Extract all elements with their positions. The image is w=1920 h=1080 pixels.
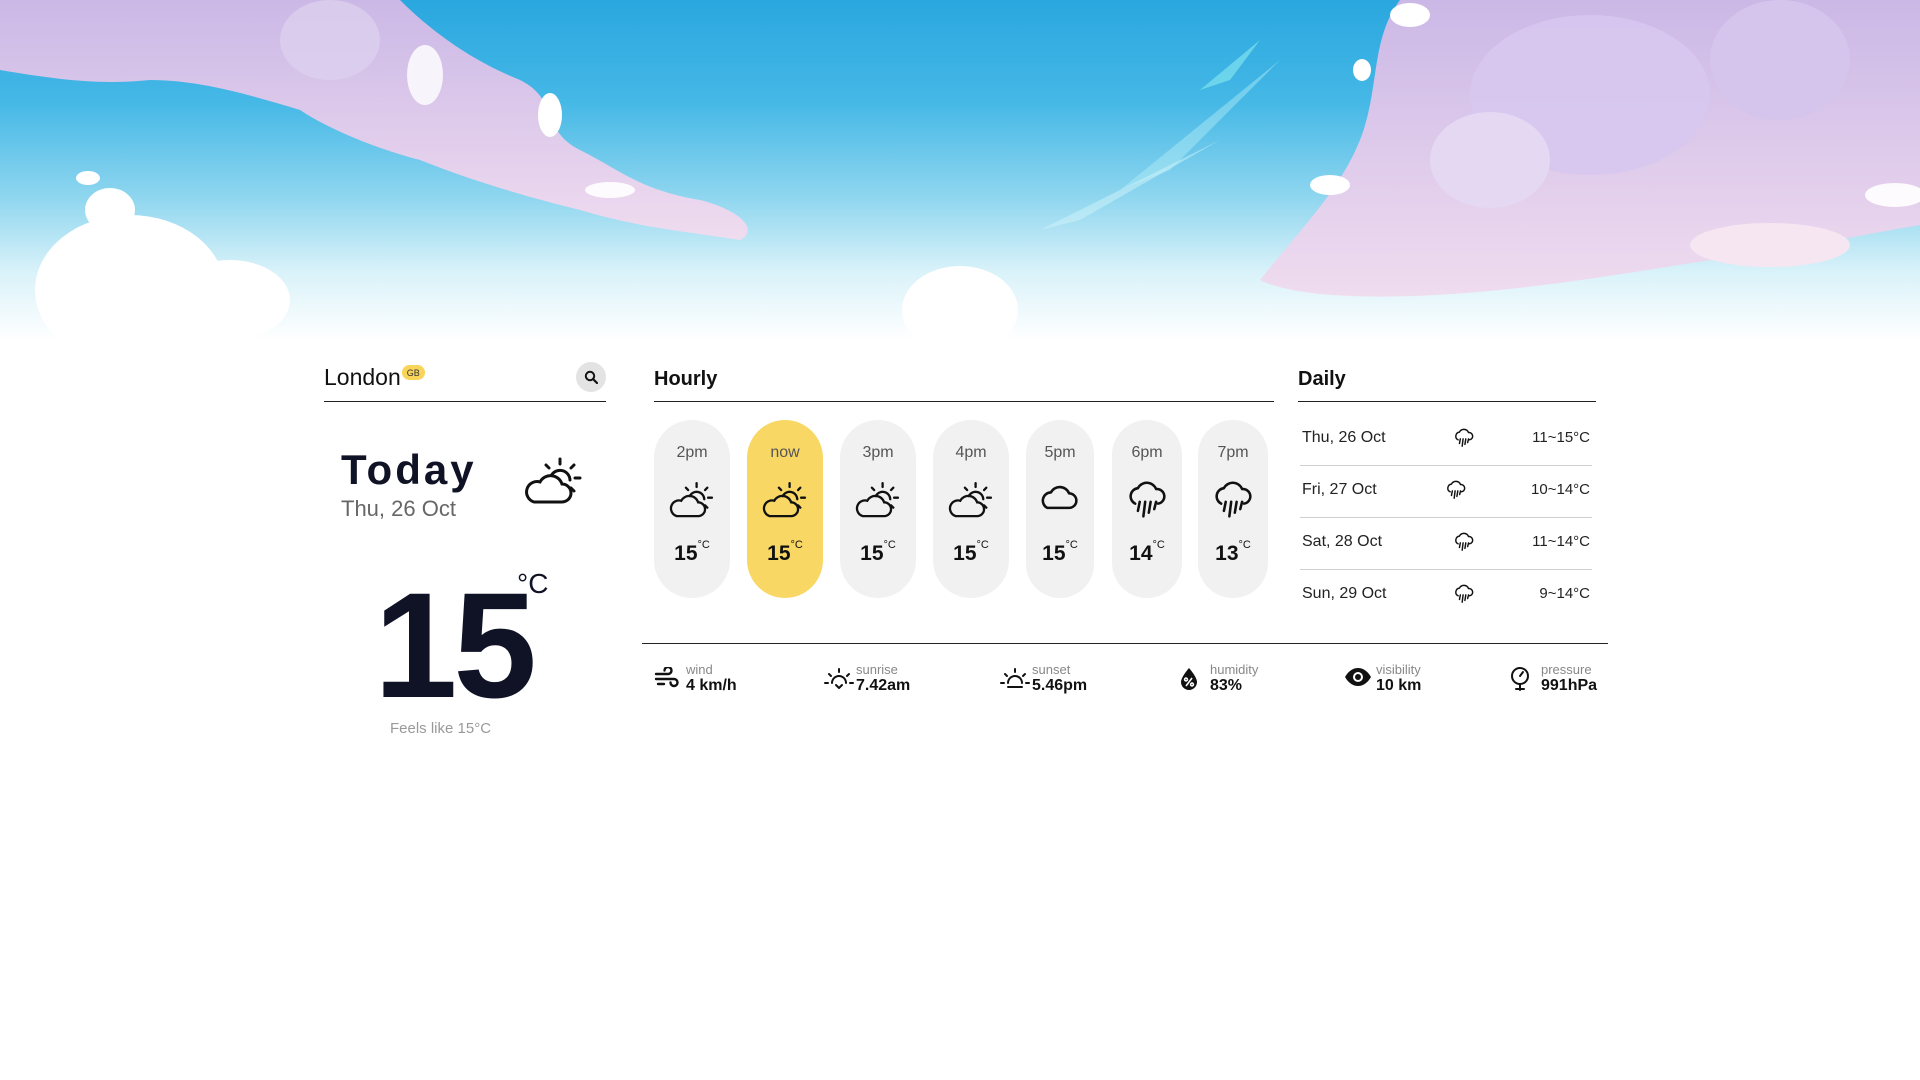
eye-icon bbox=[1345, 668, 1371, 686]
day-name: Sat, 28 Oct bbox=[1302, 533, 1383, 550]
stat-value: 83% bbox=[1210, 677, 1243, 694]
partly-sunny-icon bbox=[524, 456, 584, 511]
hour-temp-unit: °C bbox=[1152, 539, 1165, 551]
hour-temperature: 15°C bbox=[933, 539, 1009, 566]
partly-sunny-icon bbox=[948, 480, 994, 525]
hour-time: 3pm bbox=[862, 444, 894, 461]
location-search-bar[interactable]: London GB bbox=[324, 360, 606, 402]
stat-value: 991hPa bbox=[1541, 677, 1598, 694]
hour-temp-unit: °C bbox=[1238, 539, 1251, 551]
hour-temperature: 15°C bbox=[747, 539, 823, 566]
day-temp-range: 10~14°C bbox=[1531, 481, 1590, 498]
stat-label: visibility bbox=[1376, 662, 1421, 677]
hour-card-now[interactable]: now 15°C bbox=[747, 420, 823, 598]
day-temp-range: 11~14°C bbox=[1532, 533, 1590, 550]
hour-temp-value: 15 bbox=[1042, 542, 1066, 565]
clouds-illustration bbox=[0, 0, 1920, 340]
hour-temperature: 14°C bbox=[1112, 539, 1182, 566]
current-temperature: 15 bbox=[374, 561, 537, 729]
hour-card[interactable]: 2pm 15°C bbox=[654, 420, 730, 598]
humidity-icon bbox=[1181, 668, 1197, 690]
hour-temp-value: 13 bbox=[1215, 542, 1239, 565]
day-temp-range: 9~14°C bbox=[1539, 585, 1590, 602]
hour-temp-unit: °C bbox=[697, 539, 710, 551]
daily-row[interactable]: Sun, 29 Oct 9~14°C bbox=[1300, 570, 1592, 622]
hour-temp-unit: °C bbox=[883, 539, 896, 551]
day-name: Thu, 26 Oct bbox=[1302, 429, 1386, 446]
hour-card[interactable]: 7pm 13°C bbox=[1198, 420, 1268, 598]
feels-like: Feels like 15°C bbox=[390, 720, 492, 737]
today-title: Today bbox=[341, 446, 477, 493]
hour-time: 7pm bbox=[1217, 444, 1249, 461]
day-name: Fri, 27 Oct bbox=[1302, 481, 1377, 498]
sunset-icon bbox=[1000, 668, 1030, 688]
temperature-unit: °C bbox=[517, 568, 549, 599]
hour-time: 5pm bbox=[1044, 444, 1076, 461]
rain-icon bbox=[1446, 480, 1466, 505]
rain-icon bbox=[1454, 584, 1474, 609]
day-temp-range: 11~15°C bbox=[1532, 429, 1590, 446]
sky-banner bbox=[0, 0, 1920, 340]
search-button[interactable] bbox=[576, 362, 606, 392]
country-badge: GB bbox=[401, 365, 425, 380]
hour-temp-value: 15 bbox=[674, 542, 698, 565]
cloud-icon bbox=[1040, 480, 1080, 519]
stat-label: sunrise bbox=[856, 662, 898, 677]
wind-icon bbox=[654, 667, 679, 688]
stat-label: pressure bbox=[1541, 662, 1592, 677]
stat-value: 4 km/h bbox=[686, 677, 737, 694]
daily-row[interactable]: Fri, 27 Oct 10~14°C bbox=[1300, 466, 1592, 518]
hour-temperature: 15°C bbox=[840, 539, 916, 566]
hour-card[interactable]: 4pm 15°C bbox=[933, 420, 1009, 598]
hour-temp-unit: °C bbox=[790, 539, 803, 551]
partly-sunny-icon bbox=[762, 480, 808, 525]
pressure-icon bbox=[1511, 667, 1529, 691]
city-label: London bbox=[324, 364, 401, 390]
day-name: Sun, 29 Oct bbox=[1302, 585, 1387, 602]
hourly-list: 2pm 15°C now 15°C 3pm 15°C 4pm 15°C 5pm 15°C 6pm 14… bbox=[654, 420, 1274, 598]
hour-time: 4pm bbox=[955, 444, 987, 461]
hour-card[interactable]: 5pm 15°C bbox=[1026, 420, 1094, 598]
hour-temp-value: 14 bbox=[1129, 542, 1153, 565]
partly-sunny-icon bbox=[855, 480, 901, 525]
sunrise-icon bbox=[824, 668, 854, 689]
stat-value: 10 km bbox=[1376, 677, 1422, 694]
daily-list: Thu, 26 Oct 11~15°C Fri, 27 Oct 10~14°C Sat,… bbox=[1300, 414, 1592, 622]
rain-icon bbox=[1454, 532, 1474, 557]
hour-card[interactable]: 3pm 15°C bbox=[840, 420, 916, 598]
hour-temp-value: 15 bbox=[953, 542, 977, 565]
hour-temperature: 13°C bbox=[1198, 539, 1268, 566]
hour-time: 6pm bbox=[1131, 444, 1163, 461]
hour-temp-value: 15 bbox=[860, 542, 884, 565]
today-panel: London GB Today Thu, 26 Oct 15 °C Feels l… bbox=[324, 360, 606, 737]
stat-value: 5.46pm bbox=[1032, 677, 1088, 694]
hour-temp-value: 15 bbox=[767, 542, 791, 565]
stat-value: 7.42am bbox=[856, 677, 911, 694]
search-icon bbox=[584, 370, 598, 384]
partly-sunny-icon bbox=[669, 480, 715, 525]
today-date: Thu, 26 Oct bbox=[341, 496, 456, 521]
hourly-panel: Hourly 2pm 15°C now 15°C 3pm 15°C 4pm 15°C 5pm 15… bbox=[654, 360, 1274, 598]
hour-time: 2pm bbox=[676, 444, 708, 461]
hourly-title: Hourly bbox=[654, 360, 1274, 402]
hour-card[interactable]: 6pm 14°C bbox=[1112, 420, 1182, 598]
city-name[interactable]: London GB bbox=[324, 364, 425, 391]
daily-panel: Daily Thu, 26 Oct 11~15°C Fri, 27 Oct 10~14… bbox=[1298, 360, 1596, 603]
hour-temp-unit: °C bbox=[976, 539, 989, 551]
hour-time: now bbox=[770, 444, 800, 461]
rain-icon bbox=[1454, 428, 1474, 453]
rain-icon bbox=[1127, 480, 1167, 525]
daily-row[interactable]: Thu, 26 Oct 11~15°C bbox=[1300, 414, 1592, 466]
stat-label: wind bbox=[686, 662, 713, 677]
hour-temp-unit: °C bbox=[1065, 539, 1078, 551]
stat-label: humidity bbox=[1210, 662, 1259, 677]
weather-stats-bar: wind 4 km/h sunrise 7.42am sunset 5.46pm… bbox=[642, 643, 1608, 703]
rain-icon bbox=[1213, 480, 1253, 525]
hour-temperature: 15°C bbox=[1026, 539, 1094, 566]
daily-row[interactable]: Sat, 28 Oct 11~14°C bbox=[1300, 518, 1592, 570]
daily-title: Daily bbox=[1298, 360, 1596, 402]
stat-label: sunset bbox=[1032, 662, 1071, 677]
hour-temperature: 15°C bbox=[654, 539, 730, 566]
